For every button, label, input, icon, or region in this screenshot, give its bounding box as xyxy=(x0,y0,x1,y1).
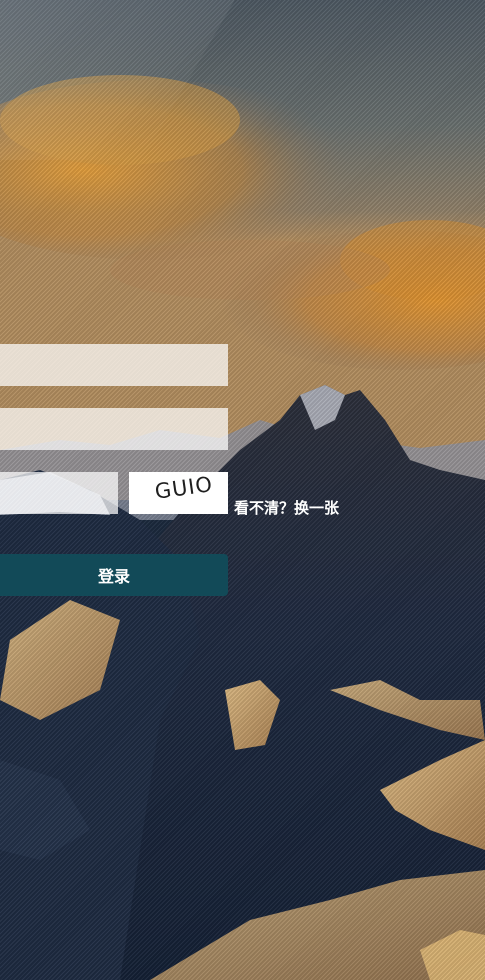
username-input[interactable] xyxy=(0,344,228,386)
captcha-input[interactable] xyxy=(0,472,118,514)
login-page: GUIO 看不清？换一张 登录 xyxy=(0,0,485,980)
captcha-refresh-link[interactable]: 看不清？换一张 xyxy=(234,497,339,518)
captcha-image[interactable]: GUIO xyxy=(129,472,228,514)
password-input[interactable] xyxy=(0,408,228,450)
captcha-code-text: GUIO xyxy=(153,472,215,504)
login-button[interactable]: 登录 xyxy=(0,554,228,596)
